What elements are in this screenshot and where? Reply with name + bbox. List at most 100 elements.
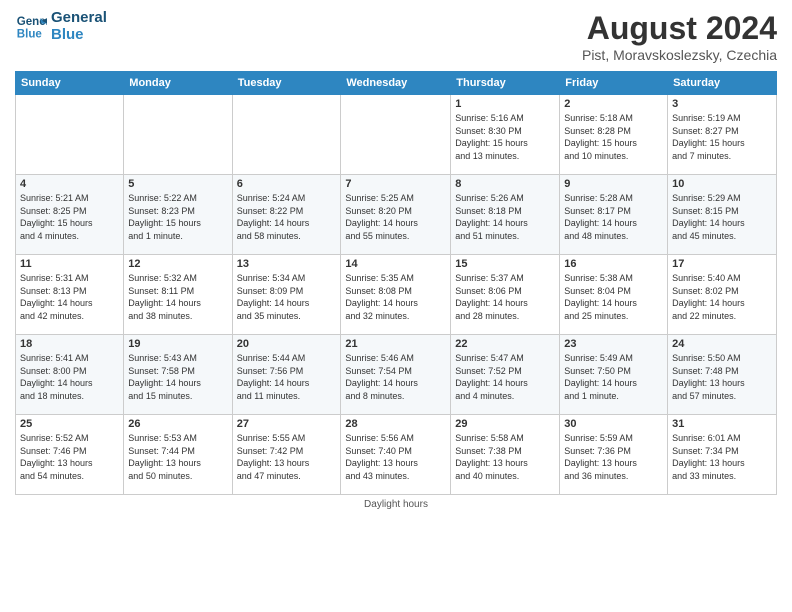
table-row: 27 Sunrise: 5:55 AM Sunset: 7:42 PM Dayli… bbox=[232, 415, 341, 495]
day-number: 31 bbox=[672, 418, 772, 430]
day-number: 4 bbox=[20, 178, 119, 190]
main-title: August 2024 bbox=[582, 10, 777, 47]
day-number: 18 bbox=[20, 338, 119, 350]
day-number: 26 bbox=[128, 418, 227, 430]
day-info: Sunrise: 5:32 AM Sunset: 8:11 PM Dayligh… bbox=[128, 272, 227, 322]
day-number: 9 bbox=[564, 178, 663, 190]
day-info: Sunrise: 5:18 AM Sunset: 8:28 PM Dayligh… bbox=[564, 112, 663, 162]
day-number: 14 bbox=[345, 258, 446, 270]
day-number: 30 bbox=[564, 418, 663, 430]
day-info: Sunrise: 5:40 AM Sunset: 8:02 PM Dayligh… bbox=[672, 272, 772, 322]
day-number: 12 bbox=[128, 258, 227, 270]
day-info: Sunrise: 5:41 AM Sunset: 8:00 PM Dayligh… bbox=[20, 352, 119, 402]
table-row: 18 Sunrise: 5:41 AM Sunset: 8:00 PM Dayli… bbox=[16, 335, 124, 415]
day-number: 5 bbox=[128, 178, 227, 190]
day-info: Sunrise: 5:22 AM Sunset: 8:23 PM Dayligh… bbox=[128, 192, 227, 242]
day-info: Sunrise: 5:25 AM Sunset: 8:20 PM Dayligh… bbox=[345, 192, 446, 242]
day-number: 23 bbox=[564, 338, 663, 350]
table-row: 20 Sunrise: 5:44 AM Sunset: 7:56 PM Dayli… bbox=[232, 335, 341, 415]
table-row: 8Sunrise: 5:26 AM Sunset: 8:18 PM Daylig… bbox=[451, 175, 560, 255]
col-friday: Friday bbox=[560, 72, 668, 95]
day-info: Sunrise: 5:49 AM Sunset: 7:50 PM Dayligh… bbox=[564, 352, 663, 402]
table-row: 30 Sunrise: 5:59 AM Sunset: 7:36 PM Dayli… bbox=[560, 415, 668, 495]
day-number: 11 bbox=[20, 258, 119, 270]
day-info: Sunrise: 5:28 AM Sunset: 8:17 PM Dayligh… bbox=[564, 192, 663, 242]
calendar-header-row: Sunday Monday Tuesday Wednesday Thursday… bbox=[16, 72, 777, 95]
table-row: 24 Sunrise: 5:50 AM Sunset: 7:48 PM Dayli… bbox=[668, 335, 777, 415]
day-number: 8 bbox=[455, 178, 555, 190]
day-info: Sunrise: 5:59 AM Sunset: 7:36 PM Dayligh… bbox=[564, 432, 663, 482]
day-number: 3 bbox=[672, 98, 772, 110]
day-info: Sunrise: 5:44 AM Sunset: 7:56 PM Dayligh… bbox=[237, 352, 337, 402]
table-row: 6Sunrise: 5:24 AM Sunset: 8:22 PM Daylig… bbox=[232, 175, 341, 255]
day-number: 22 bbox=[455, 338, 555, 350]
day-number: 6 bbox=[237, 178, 337, 190]
day-info: Sunrise: 5:46 AM Sunset: 7:54 PM Dayligh… bbox=[345, 352, 446, 402]
day-number: 28 bbox=[345, 418, 446, 430]
day-info: Sunrise: 5:53 AM Sunset: 7:44 PM Dayligh… bbox=[128, 432, 227, 482]
day-info: Sunrise: 5:50 AM Sunset: 7:48 PM Dayligh… bbox=[672, 352, 772, 402]
table-row: 29Sunrise: 5:58 AM Sunset: 7:38 PM Dayli… bbox=[451, 415, 560, 495]
table-row bbox=[232, 95, 341, 175]
day-number: 1 bbox=[455, 98, 555, 110]
footer-note: Daylight hours bbox=[15, 499, 777, 510]
table-row bbox=[16, 95, 124, 175]
table-row: 23 Sunrise: 5:49 AM Sunset: 7:50 PM Dayli… bbox=[560, 335, 668, 415]
table-row: 12 Sunrise: 5:32 AM Sunset: 8:11 PM Dayli… bbox=[124, 255, 232, 335]
day-number: 13 bbox=[237, 258, 337, 270]
day-info: Sunrise: 5:31 AM Sunset: 8:13 PM Dayligh… bbox=[20, 272, 119, 322]
logo-icon: General Blue bbox=[15, 11, 47, 43]
title-block: August 2024 Pist, Moravskoslezsky, Czech… bbox=[582, 10, 777, 63]
table-row: 16 Sunrise: 5:38 AM Sunset: 8:04 PM Dayli… bbox=[560, 255, 668, 335]
day-info: Sunrise: 5:16 AM Sunset: 8:30 PM Dayligh… bbox=[455, 112, 555, 162]
header: General Blue General Blue August 2024 Pi… bbox=[15, 10, 777, 63]
day-info: Sunrise: 5:21 AM Sunset: 8:25 PM Dayligh… bbox=[20, 192, 119, 242]
table-row: 2Sunrise: 5:18 AM Sunset: 8:28 PM Daylig… bbox=[560, 95, 668, 175]
day-number: 20 bbox=[237, 338, 337, 350]
table-row: 28 Sunrise: 5:56 AM Sunset: 7:40 PM Dayli… bbox=[341, 415, 451, 495]
logo: General Blue General Blue bbox=[15, 10, 107, 43]
table-row: 11 Sunrise: 5:31 AM Sunset: 8:13 PM Dayli… bbox=[16, 255, 124, 335]
page: General Blue General Blue August 2024 Pi… bbox=[0, 0, 792, 612]
day-number: 24 bbox=[672, 338, 772, 350]
table-row bbox=[341, 95, 451, 175]
day-info: Sunrise: 5:52 AM Sunset: 7:46 PM Dayligh… bbox=[20, 432, 119, 482]
table-row: 1 Sunrise: 5:16 AM Sunset: 8:30 PM Daylig… bbox=[451, 95, 560, 175]
table-row: 4 Sunrise: 5:21 AM Sunset: 8:25 PM Daylig… bbox=[16, 175, 124, 255]
day-number: 16 bbox=[564, 258, 663, 270]
calendar-week-row: 1 Sunrise: 5:16 AM Sunset: 8:30 PM Daylig… bbox=[16, 95, 777, 175]
day-number: 21 bbox=[345, 338, 446, 350]
calendar-week-row: 4 Sunrise: 5:21 AM Sunset: 8:25 PM Daylig… bbox=[16, 175, 777, 255]
col-thursday: Thursday bbox=[451, 72, 560, 95]
day-info: Sunrise: 6:01 AM Sunset: 7:34 PM Dayligh… bbox=[672, 432, 772, 482]
day-info: Sunrise: 5:47 AM Sunset: 7:52 PM Dayligh… bbox=[455, 352, 555, 402]
day-number: 29 bbox=[455, 418, 555, 430]
table-row: 3Sunrise: 5:19 AM Sunset: 8:27 PM Daylig… bbox=[668, 95, 777, 175]
table-row: 10Sunrise: 5:29 AM Sunset: 8:15 PM Dayli… bbox=[668, 175, 777, 255]
day-info: Sunrise: 5:56 AM Sunset: 7:40 PM Dayligh… bbox=[345, 432, 446, 482]
svg-text:Blue: Blue bbox=[17, 28, 43, 40]
table-row bbox=[124, 95, 232, 175]
col-sunday: Sunday bbox=[16, 72, 124, 95]
table-row: 31 Sunrise: 6:01 AM Sunset: 7:34 PM Dayli… bbox=[668, 415, 777, 495]
day-info: Sunrise: 5:35 AM Sunset: 8:08 PM Dayligh… bbox=[345, 272, 446, 322]
table-row: 14 Sunrise: 5:35 AM Sunset: 8:08 PM Dayli… bbox=[341, 255, 451, 335]
day-number: 27 bbox=[237, 418, 337, 430]
table-row: 25 Sunrise: 5:52 AM Sunset: 7:46 PM Dayli… bbox=[16, 415, 124, 495]
col-wednesday: Wednesday bbox=[341, 72, 451, 95]
subtitle: Pist, Moravskoslezsky, Czechia bbox=[582, 47, 777, 63]
col-tuesday: Tuesday bbox=[232, 72, 341, 95]
col-monday: Monday bbox=[124, 72, 232, 95]
table-row: 22 Sunrise: 5:47 AM Sunset: 7:52 PM Dayli… bbox=[451, 335, 560, 415]
day-info: Sunrise: 5:38 AM Sunset: 8:04 PM Dayligh… bbox=[564, 272, 663, 322]
calendar-week-row: 25 Sunrise: 5:52 AM Sunset: 7:46 PM Dayli… bbox=[16, 415, 777, 495]
table-row: 7 Sunrise: 5:25 AM Sunset: 8:20 PM Daylig… bbox=[341, 175, 451, 255]
day-number: 25 bbox=[20, 418, 119, 430]
day-number: 7 bbox=[345, 178, 446, 190]
col-saturday: Saturday bbox=[668, 72, 777, 95]
table-row: 26 Sunrise: 5:53 AM Sunset: 7:44 PM Dayli… bbox=[124, 415, 232, 495]
table-row: 17Sunrise: 5:40 AM Sunset: 8:02 PM Dayli… bbox=[668, 255, 777, 335]
day-info: Sunrise: 5:55 AM Sunset: 7:42 PM Dayligh… bbox=[237, 432, 337, 482]
table-row: 19Sunrise: 5:43 AM Sunset: 7:58 PM Dayli… bbox=[124, 335, 232, 415]
day-info: Sunrise: 5:43 AM Sunset: 7:58 PM Dayligh… bbox=[128, 352, 227, 402]
